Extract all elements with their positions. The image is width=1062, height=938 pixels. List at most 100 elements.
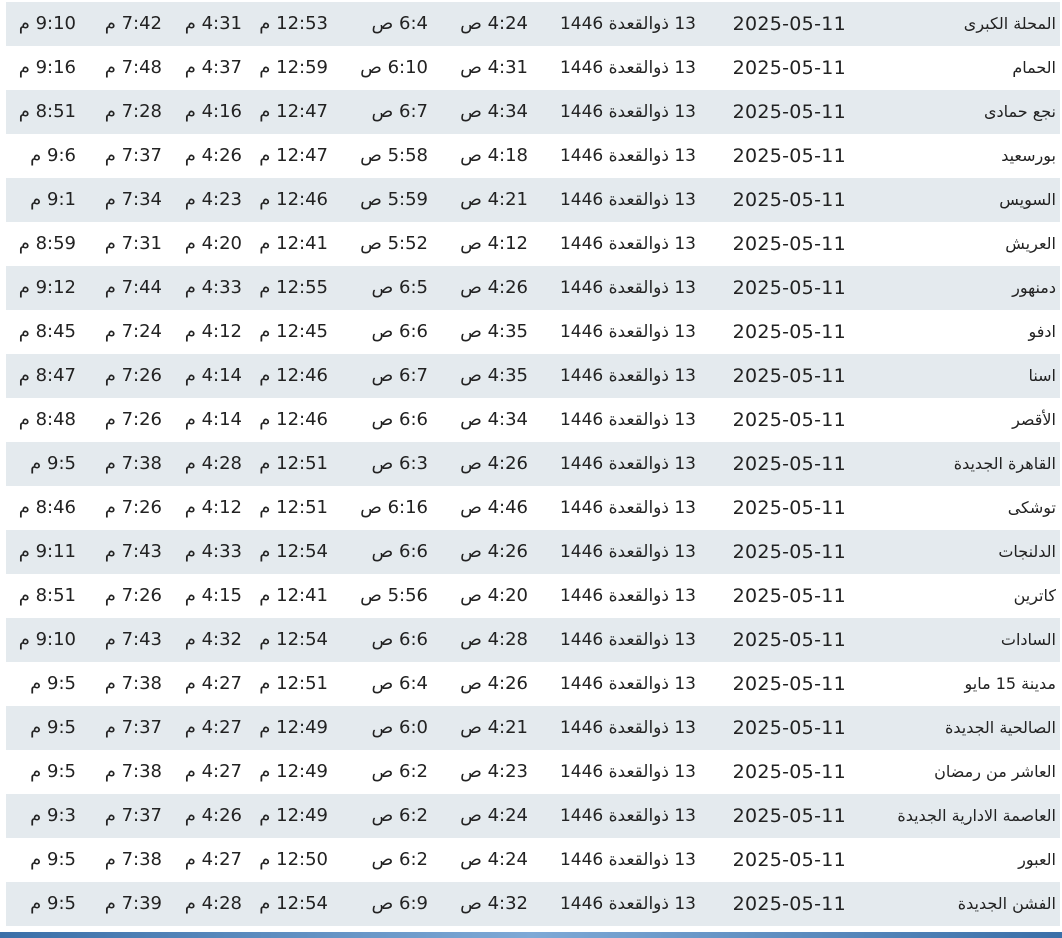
asr-time-cell: 4:33 م bbox=[184, 277, 242, 298]
table-row: مدينة 15 مايو 2025-05-11 13 ذوالقعدة 1446 4… bbox=[6, 662, 1060, 706]
fajr-time-cell: 4:46 ص bbox=[460, 497, 528, 518]
dhuhr-time-cell: 12:46 م bbox=[259, 365, 328, 386]
isha-time-cell: 9:10 م bbox=[18, 629, 76, 650]
date-cell: 2025-05-11 bbox=[732, 717, 846, 739]
hijri-date-cell: 13 ذوالقعدة 1446 bbox=[559, 586, 696, 606]
maghrib-time-cell: 7:26 م bbox=[104, 365, 162, 386]
sunrise-time-cell: 6:9 ص bbox=[371, 893, 428, 914]
dhuhr-time-cell: 12:54 م bbox=[259, 629, 328, 650]
date-cell: 2025-05-11 bbox=[732, 145, 846, 167]
city-cell: الأقصر bbox=[1012, 410, 1056, 429]
asr-time-cell: 4:15 م bbox=[184, 585, 242, 606]
maghrib-time-cell: 7:34 م bbox=[104, 189, 162, 210]
date-cell: 2025-05-11 bbox=[732, 13, 846, 35]
table-row: الحمام 2025-05-11 13 ذوالقعدة 1446 4:31 ص 6:… bbox=[6, 46, 1060, 90]
asr-time-cell: 4:20 م bbox=[184, 233, 242, 254]
fajr-time-cell: 4:21 ص bbox=[460, 189, 528, 210]
isha-time-cell: 9:5 م bbox=[30, 453, 76, 474]
isha-time-cell: 9:12 م bbox=[18, 277, 76, 298]
hijri-date-cell: 13 ذوالقعدة 1446 bbox=[559, 674, 696, 694]
fajr-time-cell: 4:28 ص bbox=[460, 629, 528, 650]
fajr-time-cell: 4:26 ص bbox=[460, 541, 528, 562]
hijri-date-cell: 13 ذوالقعدة 1446 bbox=[559, 410, 696, 430]
date-cell: 2025-05-11 bbox=[732, 673, 846, 695]
asr-time-cell: 4:16 م bbox=[184, 101, 242, 122]
table-row: السادات 2025-05-11 13 ذوالقعدة 1446 4:28 ص 6… bbox=[6, 618, 1060, 662]
dhuhr-time-cell: 12:49 م bbox=[259, 761, 328, 782]
isha-time-cell: 9:3 م bbox=[30, 805, 76, 826]
sunrise-time-cell: 6:4 ص bbox=[371, 13, 428, 34]
asr-time-cell: 4:28 م bbox=[184, 453, 242, 474]
fajr-time-cell: 4:23 ص bbox=[460, 761, 528, 782]
asr-time-cell: 4:33 م bbox=[184, 541, 242, 562]
date-cell: 2025-05-11 bbox=[732, 365, 846, 387]
asr-time-cell: 4:12 م bbox=[184, 497, 242, 518]
sunrise-time-cell: 6:16 ص bbox=[360, 497, 428, 518]
isha-time-cell: 9:1 م bbox=[30, 189, 76, 210]
maghrib-time-cell: 7:48 م bbox=[104, 57, 162, 78]
date-cell: 2025-05-11 bbox=[732, 497, 846, 519]
hijri-date-cell: 13 ذوالقعدة 1446 bbox=[559, 234, 696, 254]
table-row: الدلنجات 2025-05-11 13 ذوالقعدة 1446 4:26 ص… bbox=[6, 530, 1060, 574]
sunrise-time-cell: 6:6 ص bbox=[371, 321, 428, 342]
table-row: دمنهور 2025-05-11 13 ذوالقعدة 1446 4:26 ص 6:… bbox=[6, 266, 1060, 310]
isha-time-cell: 9:10 م bbox=[18, 13, 76, 34]
date-cell: 2025-05-11 bbox=[732, 321, 846, 343]
asr-time-cell: 4:26 م bbox=[184, 805, 242, 826]
city-cell: بورسعيد bbox=[1001, 146, 1056, 165]
city-cell: الدلنجات bbox=[998, 542, 1056, 561]
fajr-time-cell: 4:26 ص bbox=[460, 453, 528, 474]
sunrise-time-cell: 6:6 ص bbox=[371, 541, 428, 562]
maghrib-time-cell: 7:37 م bbox=[104, 805, 162, 826]
fajr-time-cell: 4:31 ص bbox=[460, 57, 528, 78]
asr-time-cell: 4:27 م bbox=[184, 761, 242, 782]
hijri-date-cell: 13 ذوالقعدة 1446 bbox=[559, 762, 696, 782]
fajr-time-cell: 4:18 ص bbox=[460, 145, 528, 166]
asr-time-cell: 4:27 م bbox=[184, 849, 242, 870]
isha-time-cell: 9:6 م bbox=[30, 145, 76, 166]
date-cell: 2025-05-11 bbox=[732, 761, 846, 783]
dhuhr-time-cell: 12:59 م bbox=[259, 57, 328, 78]
hijri-date-cell: 13 ذوالقعدة 1446 bbox=[559, 322, 696, 342]
isha-time-cell: 8:59 م bbox=[18, 233, 76, 254]
sunrise-time-cell: 6:5 ص bbox=[371, 277, 428, 298]
table-row: العاشر من رمضان 2025-05-11 13 ذوالقعدة 144… bbox=[6, 750, 1060, 794]
hijri-date-cell: 13 ذوالقعدة 1446 bbox=[559, 366, 696, 386]
asr-time-cell: 4:37 م bbox=[184, 57, 242, 78]
fajr-time-cell: 4:24 ص bbox=[460, 13, 528, 34]
fajr-time-cell: 4:21 ص bbox=[460, 717, 528, 738]
sunrise-time-cell: 5:58 ص bbox=[360, 145, 428, 166]
table-row: العاصمة الادارية الجديدة 2025-05-11 13 ذوا… bbox=[6, 794, 1060, 838]
table-row: الأقصر 2025-05-11 13 ذوالقعدة 1446 4:34 ص 6:… bbox=[6, 398, 1060, 442]
fajr-time-cell: 4:26 ص bbox=[460, 673, 528, 694]
date-cell: 2025-05-11 bbox=[732, 189, 846, 211]
sunrise-time-cell: 6:4 ص bbox=[371, 673, 428, 694]
isha-time-cell: 8:51 م bbox=[18, 101, 76, 122]
asr-time-cell: 4:27 م bbox=[184, 673, 242, 694]
hijri-date-cell: 13 ذوالقعدة 1446 bbox=[559, 146, 696, 166]
isha-time-cell: 9:5 م bbox=[30, 849, 76, 870]
isha-time-cell: 8:51 م bbox=[18, 585, 76, 606]
isha-time-cell: 8:47 م bbox=[18, 365, 76, 386]
asr-time-cell: 4:14 م bbox=[184, 409, 242, 430]
hijri-date-cell: 13 ذوالقعدة 1446 bbox=[559, 454, 696, 474]
sunrise-time-cell: 6:7 ص bbox=[371, 365, 428, 386]
date-cell: 2025-05-11 bbox=[732, 57, 846, 79]
dhuhr-time-cell: 12:51 م bbox=[259, 453, 328, 474]
hijri-date-cell: 13 ذوالقعدة 1446 bbox=[559, 498, 696, 518]
hijri-date-cell: 13 ذوالقعدة 1446 bbox=[559, 542, 696, 562]
table-row: ادفو 2025-05-11 13 ذوالقعدة 1446 4:35 ص 6:6 … bbox=[6, 310, 1060, 354]
isha-time-cell: 9:5 م bbox=[30, 893, 76, 914]
dhuhr-time-cell: 12:46 م bbox=[259, 409, 328, 430]
maghrib-time-cell: 7:43 م bbox=[104, 629, 162, 650]
table-body: المحلة الكبرى 2025-05-11 13 ذوالقعدة 1446 4… bbox=[6, 2, 1060, 926]
asr-time-cell: 4:27 م bbox=[184, 717, 242, 738]
city-cell: السويس bbox=[999, 190, 1056, 209]
isha-time-cell: 8:46 م bbox=[18, 497, 76, 518]
fajr-time-cell: 4:34 ص bbox=[460, 101, 528, 122]
table-row: نجع حمادى 2025-05-11 13 ذوالقعدة 1446 4:34 … bbox=[6, 90, 1060, 134]
maghrib-time-cell: 7:38 م bbox=[104, 673, 162, 694]
city-cell: نجع حمادى bbox=[983, 102, 1056, 121]
dhuhr-time-cell: 12:45 م bbox=[259, 321, 328, 342]
hijri-date-cell: 13 ذوالقعدة 1446 bbox=[559, 718, 696, 738]
